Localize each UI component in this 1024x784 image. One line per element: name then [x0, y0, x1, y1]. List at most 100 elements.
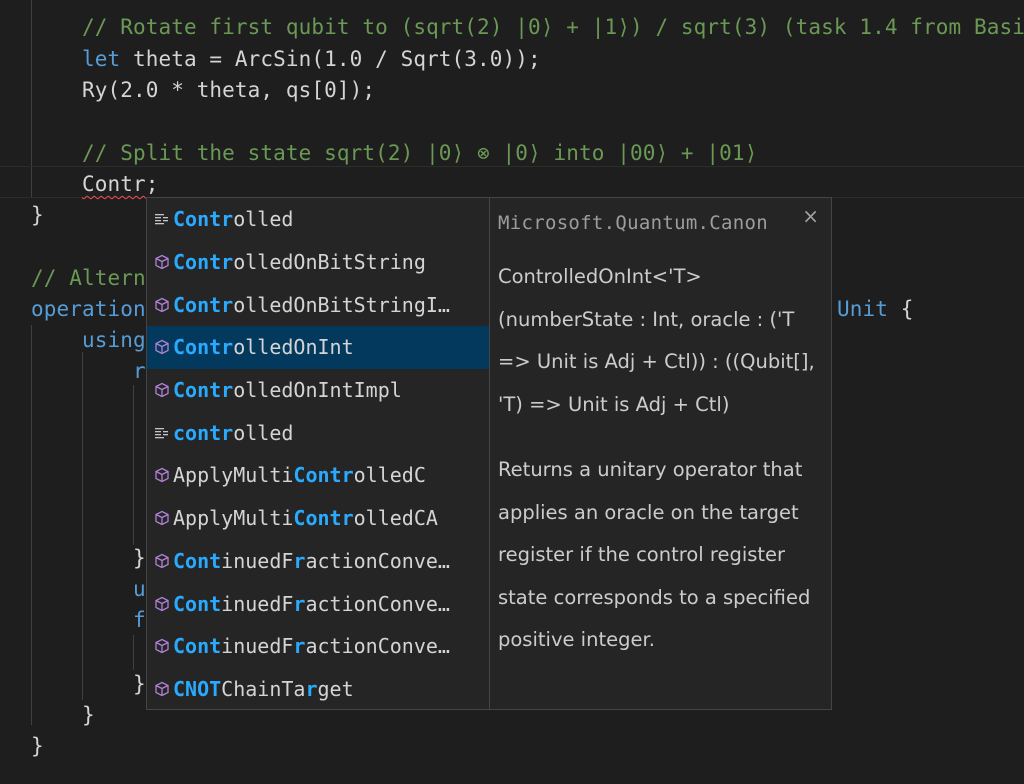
- code-line-current[interactable]: Contr;: [82, 170, 158, 198]
- match-highlight: Cont: [173, 634, 222, 659]
- closing-brace: }: [31, 734, 44, 758]
- suggestion-item[interactable]: ControlledOnInt: [147, 326, 489, 369]
- code-fragment: r: [133, 359, 146, 383]
- suggestion-label: ApplyMultiControlledC: [173, 463, 426, 487]
- closing-brace: }: [133, 672, 146, 696]
- label-text: olledCA: [353, 506, 438, 531]
- method-cube-icon: [153, 296, 171, 314]
- suggestion-item[interactable]: ControlledOnBitString: [147, 241, 489, 284]
- suggestion-item[interactable]: ControlledOnBitStringI…: [147, 283, 489, 326]
- label-text: inuedF: [221, 548, 294, 573]
- suggestion-label: ControlledOnBitString: [173, 250, 426, 274]
- code-line-comment-rotate: // Rotate first qubit to (sqrt(2) |0⟩ + …: [82, 15, 1024, 39]
- code-line-let-theta: let theta = ArcSin(1.0 / Sqrt(3.0));: [82, 45, 541, 73]
- method-cube-icon: [153, 595, 171, 613]
- label-text: olledOnIntImpl: [233, 378, 402, 403]
- suggestion-details: Microsoft.Quantum.Canon × ControlledOnIn…: [490, 198, 831, 709]
- keyword-unit: Unit: [837, 297, 888, 321]
- match-highlight: Contr: [173, 378, 234, 403]
- details-namespace: Microsoft.Quantum.Canon: [498, 212, 768, 234]
- match-highlight: CNOT: [173, 676, 222, 701]
- match-highlight: Contr: [173, 207, 234, 232]
- code-line-comment-split: // Split the state sqrt(2) |0⟩ ⊗ |0⟩ int…: [82, 141, 758, 165]
- typed-text-error: Contr: [82, 172, 146, 196]
- suggestion-label: ContinuedFractionConve…: [173, 592, 450, 616]
- code-fragment: f: [133, 608, 146, 632]
- match-highlight: Cont: [173, 591, 222, 616]
- suggestion-item[interactable]: ApplyMultiControlledCA: [147, 497, 489, 540]
- label-text: olled: [233, 207, 294, 232]
- match-highlight: contr: [173, 420, 234, 445]
- label-text: olledOnInt: [233, 335, 354, 360]
- suggestion-label: ControlledOnBitStringI…: [173, 293, 450, 317]
- suggestion-label: ApplyMultiControlledCA: [173, 506, 438, 530]
- closing-brace: }: [31, 203, 44, 227]
- method-cube-icon: [153, 338, 171, 356]
- suggestion-label: ContinuedFractionConve…: [173, 634, 450, 658]
- label-text: olledOnBitString: [233, 250, 426, 275]
- code-text: ;: [145, 172, 159, 196]
- method-cube-icon: [153, 466, 171, 484]
- suggestion-item[interactable]: CNOTChainTarget: [147, 668, 489, 711]
- code-text: theta = ArcSin(1.0 / Sqrt(3.0));: [120, 47, 541, 71]
- label-text: actionConve…: [305, 634, 450, 659]
- closing-brace: }: [133, 546, 146, 570]
- match-highlight: r: [293, 591, 306, 616]
- suggestion-item[interactable]: ContinuedFractionConve…: [147, 625, 489, 668]
- suggestion-label: ControlledOnInt: [173, 335, 354, 359]
- suggestion-item[interactable]: ContinuedFractionConve…: [147, 582, 489, 625]
- code-line-ry: Ry(2.0 * theta, qs[0]);: [82, 78, 376, 102]
- match-highlight: Cont: [173, 548, 222, 573]
- label-text: olled: [233, 420, 294, 445]
- suggest-widget: Controlled ControlledOnBitString Controlle…: [146, 197, 832, 710]
- suggestion-label: controlled: [173, 421, 293, 445]
- code-fragment: u: [133, 577, 146, 601]
- snippet-icon: [153, 210, 171, 228]
- open-brace: {: [887, 297, 914, 321]
- match-highlight: Contr: [173, 335, 234, 360]
- label-text: ApplyMulti: [173, 506, 294, 531]
- details-signature: ControlledOnInt<'T> (numberState : Int, …: [498, 265, 815, 416]
- suggestion-item[interactable]: controlled: [147, 411, 489, 454]
- suggestion-item[interactable]: Controlled: [147, 198, 489, 241]
- label-text: actionConve…: [305, 548, 450, 573]
- match-highlight: r: [293, 548, 306, 573]
- label-text: olledC: [353, 463, 426, 488]
- method-cube-icon: [153, 381, 171, 399]
- label-text: ApplyMulti: [173, 463, 294, 488]
- indent-guide: [133, 635, 134, 670]
- method-cube-icon: [153, 509, 171, 527]
- code-line-operation-tail: Unit {: [837, 295, 913, 323]
- suggestion-item[interactable]: ContinuedFractionConve…: [147, 540, 489, 583]
- match-highlight: Contr: [293, 506, 354, 531]
- match-highlight: Contr: [293, 463, 354, 488]
- suggestion-label: Controlled: [173, 207, 293, 231]
- suggestion-list[interactable]: Controlled ControlledOnBitString Controlle…: [147, 198, 490, 709]
- method-cube-icon: [153, 253, 171, 271]
- match-highlight: r: [293, 634, 306, 659]
- method-cube-icon: [153, 637, 171, 655]
- indent-guide: [133, 385, 134, 545]
- method-cube-icon: [153, 552, 171, 570]
- suggestion-item[interactable]: ApplyMultiControlledC: [147, 454, 489, 497]
- suggestion-item[interactable]: ControlledOnIntImpl: [147, 369, 489, 412]
- label-text: inuedF: [221, 634, 294, 659]
- match-highlight: r: [305, 676, 318, 701]
- method-cube-icon: [153, 680, 171, 698]
- match-highlight: Contr: [173, 250, 234, 275]
- label-text: actionConve…: [305, 591, 450, 616]
- label-text: inuedF: [221, 591, 294, 616]
- close-details-button[interactable]: ×: [802, 204, 819, 228]
- snippet-icon: [153, 424, 171, 442]
- keyword-let: let: [82, 47, 121, 71]
- label-text: get: [317, 676, 354, 701]
- closing-brace: }: [82, 703, 95, 727]
- keyword-using: using: [82, 328, 146, 352]
- indent-guide: [82, 352, 83, 700]
- label-text: ChainTa: [221, 676, 306, 701]
- indent-guide: [31, 325, 32, 725]
- match-highlight: Contr: [173, 292, 234, 317]
- label-text: olledOnBitStringI…: [233, 292, 450, 317]
- code-line-comment-alternative: // Altern: [31, 266, 146, 290]
- suggestion-label: CNOTChainTarget: [173, 677, 354, 701]
